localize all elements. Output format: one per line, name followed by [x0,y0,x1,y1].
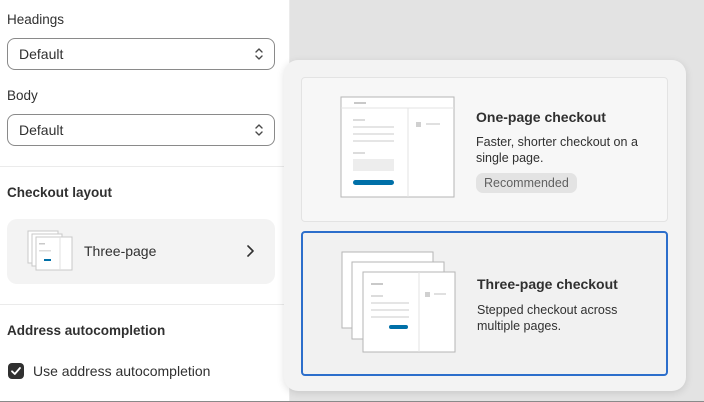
headings-select-value: Default [19,46,64,62]
option-title: Three-page checkout [477,276,618,292]
option-description: Stepped checkout across multiple pages. [477,303,618,333]
headings-label: Headings [7,12,65,27]
address-autocompletion-checkbox[interactable] [8,363,24,379]
recommended-badge: Recommended [476,173,577,193]
three-page-thumbnail-icon [27,230,73,271]
address-autocompletion-label: Use address autocompletion [33,363,211,379]
settings-panel: Headings Default Body Default Checkout l… [0,0,290,402]
option-one-page-checkout[interactable]: One-page checkout Faster, shorter checko… [301,77,668,222]
checkmark-icon [11,367,21,375]
select-chevron-icon [255,124,263,136]
body-select[interactable]: Default [7,114,275,146]
body-label: Body [7,88,38,103]
divider [0,166,290,167]
option-three-page-checkout[interactable]: Three-page checkout Stepped checkout acr… [301,231,668,376]
one-page-checkout-illustration-icon [340,96,455,198]
option-description: Faster, shorter checkout on a single pag… [476,135,638,165]
checkout-layout-selector[interactable]: Three-page [7,219,275,284]
three-page-checkout-illustration-icon [341,251,456,353]
checkout-layout-popover: One-page checkout Faster, shorter checko… [284,60,686,391]
divider [0,304,290,305]
option-title: One-page checkout [476,109,606,125]
select-chevron-icon [255,48,263,60]
body-select-value: Default [19,122,64,138]
checkout-layout-value: Three-page [84,243,157,259]
headings-select[interactable]: Default [7,38,275,70]
chevron-right-icon [247,245,254,257]
checkout-layout-title: Checkout layout [7,185,113,200]
address-autocompletion-title: Address autocompletion [7,323,166,338]
